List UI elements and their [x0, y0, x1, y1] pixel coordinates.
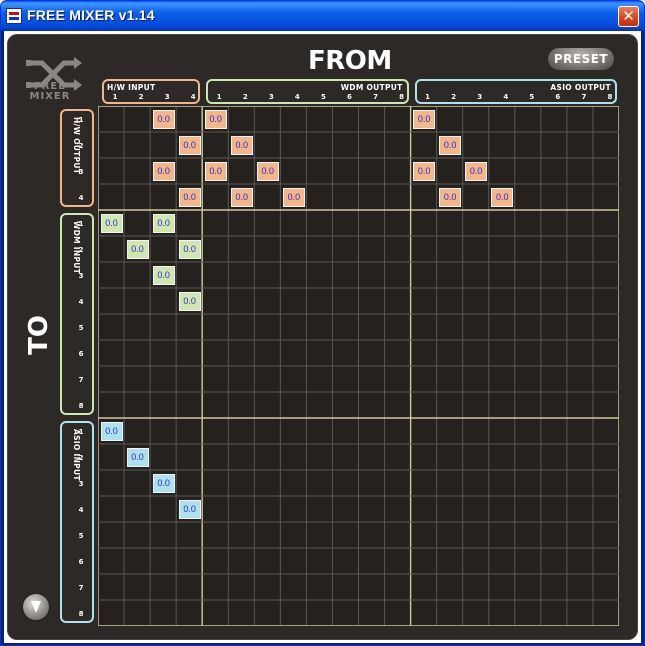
logo-text: FREE MIXER [20, 82, 80, 102]
row-number: 7 [78, 584, 84, 592]
row-number: 1 [78, 116, 84, 124]
column-number: 4 [294, 93, 300, 101]
row-group-hw: H/W OUTPUT 1 2 3 4 [60, 109, 94, 207]
routing-cell-value[interactable]: 0.0 [204, 161, 227, 181]
column-number: 8 [607, 93, 613, 101]
routing-grid[interactable] [98, 106, 619, 626]
close-button[interactable]: ✕ [618, 6, 639, 27]
column-number: 3 [477, 93, 483, 101]
column-number: 1 [216, 93, 222, 101]
row-group-wdm: WDM INPUT 1 2 3 4 5 6 7 8 [60, 213, 94, 415]
routing-cell-value[interactable]: 0.0 [230, 135, 253, 155]
row-number: 8 [78, 402, 84, 410]
routing-cell-value[interactable]: 0.0 [439, 135, 462, 155]
column-number: 2 [451, 93, 457, 101]
column-number: 5 [529, 93, 535, 101]
row-number: 6 [78, 558, 84, 566]
routing-cell-value[interactable]: 0.0 [152, 213, 175, 233]
row-number: 7 [78, 376, 84, 384]
column-number: 2 [242, 93, 248, 101]
column-group-label: H/W INPUT [107, 83, 156, 92]
routing-cell-value[interactable]: 0.0 [178, 499, 201, 519]
column-number: 1 [112, 93, 118, 101]
routing-cell-value[interactable]: 0.0 [282, 187, 305, 207]
routing-cell-value[interactable]: 0.0 [100, 213, 123, 233]
column-number: 7 [373, 93, 378, 101]
row-number: 3 [78, 272, 84, 280]
row-number: 2 [78, 142, 84, 150]
routing-cell-value[interactable]: 0.0 [439, 187, 462, 207]
routing-cell-value[interactable]: 0.0 [230, 187, 253, 207]
row-number: 6 [78, 350, 84, 358]
routing-cell-value[interactable]: 0.0 [256, 161, 279, 181]
column-group-label: ASIO OUTPUT [550, 83, 611, 92]
row-number: 5 [78, 324, 84, 332]
routing-cell-value[interactable]: 0.0 [152, 473, 175, 493]
column-number: 7 [581, 93, 587, 101]
column-number: 6 [555, 93, 561, 101]
title-bar[interactable]: FREE MIXER v1.14 ✕ [1, 1, 644, 31]
mixer-panel: FREE MIXER FROM TO PRESET H/W INPUT 1 2 3 4 W… [7, 34, 638, 640]
column-number: 4 [503, 93, 509, 101]
routing-cell-value[interactable]: 0.0 [178, 291, 201, 311]
row-number: 8 [78, 610, 84, 618]
column-number: 5 [320, 93, 326, 101]
column-number: 8 [399, 93, 404, 101]
preset-button[interactable]: PRESET [548, 48, 614, 70]
routing-cell-value[interactable]: 0.0 [152, 109, 175, 129]
row-number: 2 [78, 246, 84, 254]
column-number: 1 [425, 93, 431, 101]
row-number: 4 [78, 298, 84, 306]
column-number: 6 [347, 93, 352, 101]
routing-cell-value[interactable]: 0.0 [126, 239, 149, 259]
routing-cell-value[interactable]: 0.0 [178, 135, 201, 155]
routing-cell-value[interactable]: 0.0 [178, 187, 201, 207]
to-title: TO [24, 315, 54, 355]
column-number: 4 [190, 93, 196, 101]
routing-cell-value[interactable]: 0.0 [100, 421, 123, 441]
routing-cell-value[interactable]: 0.0 [413, 161, 436, 181]
column-number: 2 [138, 93, 144, 101]
client-area: FREE MIXER FROM TO PRESET H/W INPUT 1 2 3 4 W… [4, 31, 641, 643]
routing-cell-value[interactable]: 0.0 [126, 447, 149, 467]
column-number: 3 [268, 93, 274, 101]
row-number: 3 [78, 168, 84, 176]
row-group-asio: ASIO INPUT 1 2 3 4 5 6 7 8 [60, 421, 94, 623]
routing-cell-value[interactable]: 0.0 [491, 187, 514, 207]
row-number: 1 [78, 428, 84, 436]
row-number: 5 [78, 532, 84, 540]
routing-cell-value[interactable]: 0.0 [152, 161, 175, 181]
from-title: FROM [308, 46, 392, 76]
row-number: 2 [78, 454, 84, 462]
row-number: 3 [78, 480, 84, 488]
row-number: 4 [78, 506, 84, 514]
routing-cell-value[interactable]: 0.0 [204, 109, 227, 129]
routing-cell-value[interactable]: 0.0 [413, 109, 436, 129]
routing-cell-value[interactable]: 0.0 [152, 265, 175, 285]
app-window: FREE MIXER v1.14 ✕ FREE MIXER FROM TO PR… [0, 0, 645, 646]
window-title: FREE MIXER v1.14 [27, 7, 155, 23]
routing-cell-value[interactable]: 0.0 [178, 239, 201, 259]
scroll-down-button[interactable] [22, 593, 50, 621]
app-icon[interactable] [6, 8, 22, 24]
column-group-asio: ASIO OUTPUT 1 2 3 4 5 6 7 8 [414, 79, 617, 104]
row-number: 4 [78, 194, 84, 202]
column-group-hw: H/W INPUT 1 2 3 4 [102, 79, 201, 104]
column-group-label: WDM OUTPUT [340, 83, 403, 92]
routing-cell-value[interactable]: 0.0 [465, 161, 488, 181]
column-group-wdm: WDM OUTPUT 1 2 3 4 5 6 7 8 [206, 79, 409, 104]
row-number: 1 [78, 220, 84, 228]
column-number: 3 [164, 93, 170, 101]
logo-text-line: MIXER [29, 91, 71, 102]
